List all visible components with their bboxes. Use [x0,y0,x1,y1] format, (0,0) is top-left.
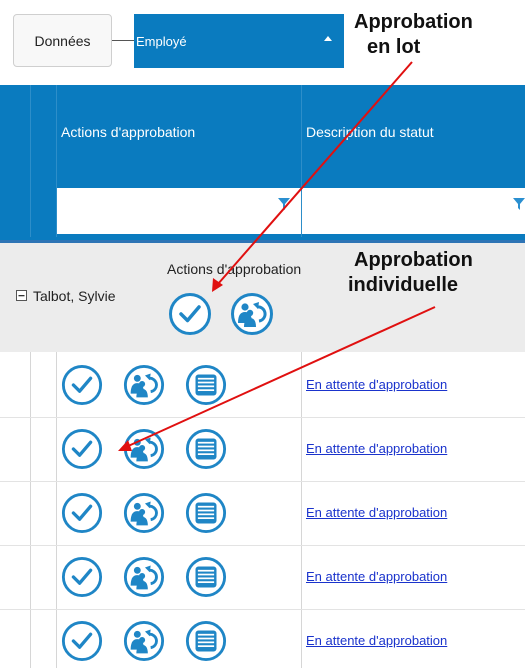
table-row: En attente d'approbation [0,609,525,668]
donnees-label: Données [34,32,91,49]
approve-icon[interactable] [61,620,103,662]
details-list-icon[interactable] [185,492,227,534]
filter-cell-status[interactable] [302,188,525,234]
return-to-employee-icon[interactable] [123,492,165,534]
collapse-icon[interactable] [16,290,27,301]
filter-cell-actions[interactable] [57,188,301,234]
table-row: En attente d'approbation [0,417,525,481]
annotation-batch-approval: Approbation en lot [354,10,514,60]
annotation-batch-line1: Approbation [354,11,473,33]
return-to-employee-icon[interactable] [123,364,165,406]
toolbar-connector-line [112,40,134,41]
employe-select[interactable]: Employé [134,14,344,68]
table-row: En attente d'approbation [0,545,525,609]
filter-icon[interactable] [278,198,290,210]
approve-icon[interactable] [61,556,103,598]
details-list-icon[interactable] [185,364,227,406]
column-header-status[interactable]: Description du statut [306,124,434,140]
annotation-batch-line2: en lot [367,36,421,58]
details-list-icon[interactable] [185,620,227,662]
table-row: En attente d'approbation [0,481,525,545]
status-link[interactable]: En attente d'approbation [306,505,447,520]
details-list-icon[interactable] [185,428,227,470]
approve-icon[interactable] [61,492,103,534]
status-link[interactable]: En attente d'approbation [306,633,447,648]
return-to-employee-icon[interactable] [123,428,165,470]
group-actions-label: Actions d'approbation [167,261,302,277]
table-row: En attente d'approbation [0,353,525,417]
donnees-button[interactable]: Données [13,14,112,67]
status-link[interactable]: En attente d'approbation [306,569,447,584]
approve-icon[interactable] [168,292,212,336]
return-to-employee-icon[interactable] [123,556,165,598]
return-to-employee-icon[interactable] [230,292,274,336]
column-header-actions[interactable]: Actions d'approbation [61,124,195,140]
caret-up-icon [324,36,332,41]
employe-select-value: Employé [136,34,187,49]
approve-icon[interactable] [61,428,103,470]
annotation-individual-line2: individuelle [348,274,459,296]
group-name: Talbot, Sylvie [33,288,116,304]
status-link[interactable]: En attente d'approbation [306,377,447,392]
approve-icon[interactable] [61,364,103,406]
return-to-employee-icon[interactable] [123,620,165,662]
status-link[interactable]: En attente d'approbation [306,441,447,456]
filter-icon[interactable] [513,198,525,210]
annotation-individual-approval: Approbation individuelle [348,248,514,298]
annotation-individual-line1: Approbation [354,249,473,271]
header-divider [30,85,31,237]
details-list-icon[interactable] [185,556,227,598]
